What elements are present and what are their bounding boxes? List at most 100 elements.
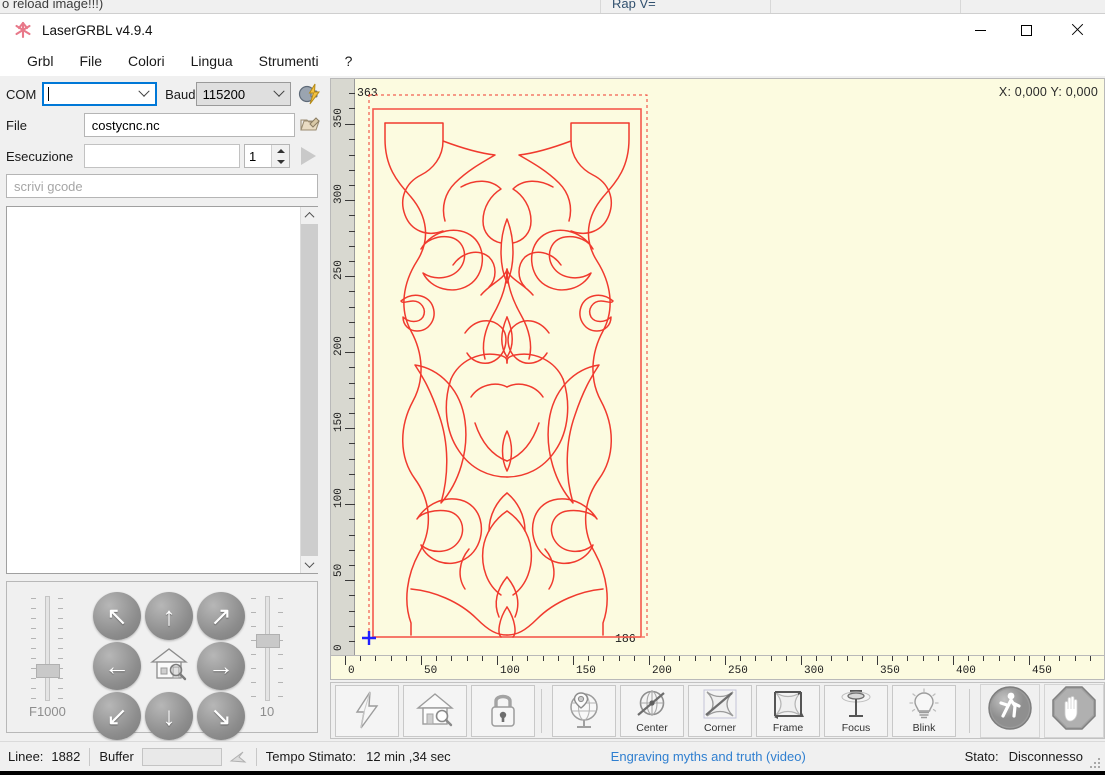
- x-tick-150: 150: [576, 665, 596, 677]
- y-tick-50: 50: [333, 563, 345, 577]
- jog-home-button[interactable]: [145, 642, 193, 690]
- jog-left-button[interactable]: ←: [93, 642, 141, 690]
- arrow-down-right-icon: ↘: [210, 701, 232, 731]
- connect-plug-lightning-icon[interactable]: [295, 83, 322, 105]
- home-button[interactable]: [403, 684, 467, 737]
- run-program-button[interactable]: [980, 683, 1040, 738]
- lightbulb-icon: [908, 686, 940, 723]
- minimize-button[interactable]: [957, 14, 1003, 46]
- menu-strumenti[interactable]: Strumenti: [246, 49, 332, 73]
- background-divider-1: [600, 0, 601, 13]
- status-divider-2: [255, 747, 257, 766]
- menu-colori[interactable]: Colori: [115, 49, 178, 73]
- arrow-down-icon: ↓: [162, 701, 176, 731]
- buffer-gauge: [141, 747, 222, 766]
- safety-lock-button[interactable]: [471, 684, 535, 737]
- toolbar-divider: [541, 688, 542, 733]
- frame-arrows-icon: [770, 686, 806, 723]
- button-caption: Focus: [841, 721, 871, 734]
- menu-file[interactable]: File: [66, 49, 115, 73]
- step-size-slider[interactable]: 10: [249, 596, 285, 726]
- com-port-select[interactable]: [42, 82, 158, 106]
- step-size-label: 10: [259, 704, 275, 719]
- menu-help[interactable]: ?: [332, 49, 366, 73]
- toolbar-divider: [969, 688, 970, 733]
- open-folder-icon[interactable]: [298, 115, 322, 135]
- scroll-down-icon[interactable]: [301, 556, 318, 573]
- com-label: COM: [6, 86, 37, 102]
- center-button[interactable]: Center: [620, 684, 684, 737]
- x-tick-350: 350: [880, 665, 900, 677]
- close-button[interactable]: [1049, 14, 1105, 46]
- background-divider-2: [770, 0, 771, 13]
- engraving-myths-link[interactable]: Engraving myths and truth (video): [611, 749, 806, 764]
- gcode-preview-canvas[interactable]: X: 0,000 Y: 0,000 0 50 100 150 200 250 3…: [330, 78, 1105, 656]
- maximize-button[interactable]: [1003, 14, 1049, 46]
- menu-lingua[interactable]: Lingua: [178, 49, 246, 73]
- execution-row: Esecuzione 1: [6, 142, 322, 170]
- console-log[interactable]: [6, 206, 318, 574]
- jog-down-left-button[interactable]: ↙: [93, 692, 141, 740]
- connection-row: COM Baud 115200: [6, 81, 322, 107]
- estimated-time-label: Tempo Stimato:: [265, 749, 357, 764]
- main-body: COM Baud 115200 File costycnc.nc Esecuzi…: [0, 76, 1105, 741]
- buffer-pointer-icon: [229, 749, 247, 765]
- menu-grbl[interactable]: Grbl: [14, 49, 66, 73]
- arrow-up-icon: ↑: [162, 601, 176, 631]
- console-scrollbar[interactable]: [300, 207, 318, 573]
- execution-label: Esecuzione: [6, 148, 74, 164]
- corner-button[interactable]: Corner: [688, 684, 752, 737]
- jog-up-button[interactable]: ↑: [145, 592, 193, 640]
- stepper-up-icon[interactable]: [272, 145, 289, 156]
- slider-thumb[interactable]: [256, 634, 280, 648]
- slider-thumb[interactable]: [36, 664, 60, 678]
- chevron-down-icon: [133, 84, 155, 104]
- scroll-up-icon[interactable]: [301, 207, 318, 224]
- jog-up-left-button[interactable]: ↖: [93, 592, 141, 640]
- jog-right-button[interactable]: →: [197, 642, 245, 690]
- left-control-panel: COM Baud 115200 File costycnc.nc Esecuzi…: [0, 76, 328, 741]
- y-tick-200: 200: [333, 336, 345, 356]
- maximize-icon: [1020, 24, 1032, 36]
- unlock-alarm-button[interactable]: [335, 684, 399, 737]
- jog-down-button[interactable]: ↓: [145, 692, 193, 740]
- focus-button[interactable]: Focus: [824, 684, 888, 737]
- lightning-bolt-icon: [350, 686, 384, 734]
- baud-label: Baud: [165, 86, 196, 102]
- frame-button[interactable]: Frame: [756, 684, 820, 737]
- focus-laser-icon: [838, 686, 874, 723]
- vertical-ruler: 0 50 100 150 200 250 300 350: [331, 79, 355, 655]
- stepper-buttons[interactable]: [271, 145, 289, 167]
- jog-down-right-button[interactable]: ↘: [197, 692, 245, 740]
- horizontal-ruler: 0 50 100 150 200 250 300 350 400 450: [330, 656, 1105, 680]
- y-tick-0: 0: [333, 644, 345, 651]
- baud-rate-value: 115200: [202, 86, 246, 102]
- set-origin-button[interactable]: [552, 684, 616, 737]
- button-caption: Corner: [703, 721, 737, 734]
- feed-rate-slider[interactable]: F1000: [29, 596, 66, 726]
- chevron-down-icon: [268, 83, 290, 105]
- x-tick-0: 0: [348, 665, 355, 677]
- machine-toolbar: Center Corner Frame Focus Blink: [330, 682, 1105, 739]
- y-tick-300: 300: [333, 184, 345, 204]
- gcode-path-drawing: [362, 94, 648, 645]
- play-run-icon[interactable]: [295, 143, 321, 169]
- baud-rate-select[interactable]: 115200: [195, 82, 292, 106]
- repeat-count-value: 1: [249, 148, 257, 164]
- x-tick-300: 300: [804, 665, 824, 677]
- gcode-input[interactable]: scrivi gcode: [6, 174, 318, 198]
- stop-program-button[interactable]: [1044, 683, 1104, 738]
- lasergrbl-logo-icon: [12, 20, 34, 40]
- scrollbar-thumb[interactable]: [301, 224, 318, 556]
- center-crosshair-icon: [634, 686, 670, 723]
- state-value: Disconnesso: [1008, 749, 1083, 764]
- repeat-count-stepper[interactable]: 1: [244, 144, 290, 168]
- stepper-down-icon[interactable]: [272, 156, 289, 167]
- y-tick-250: 250: [333, 260, 345, 280]
- buffer-label: Buffer: [99, 749, 134, 764]
- jog-up-right-button[interactable]: ↗: [197, 592, 245, 640]
- blink-button[interactable]: Blink: [892, 684, 956, 737]
- file-name-field[interactable]: costycnc.nc: [83, 113, 296, 137]
- x-tick-250: 250: [728, 665, 748, 677]
- resize-grip[interactable]: [1090, 756, 1102, 768]
